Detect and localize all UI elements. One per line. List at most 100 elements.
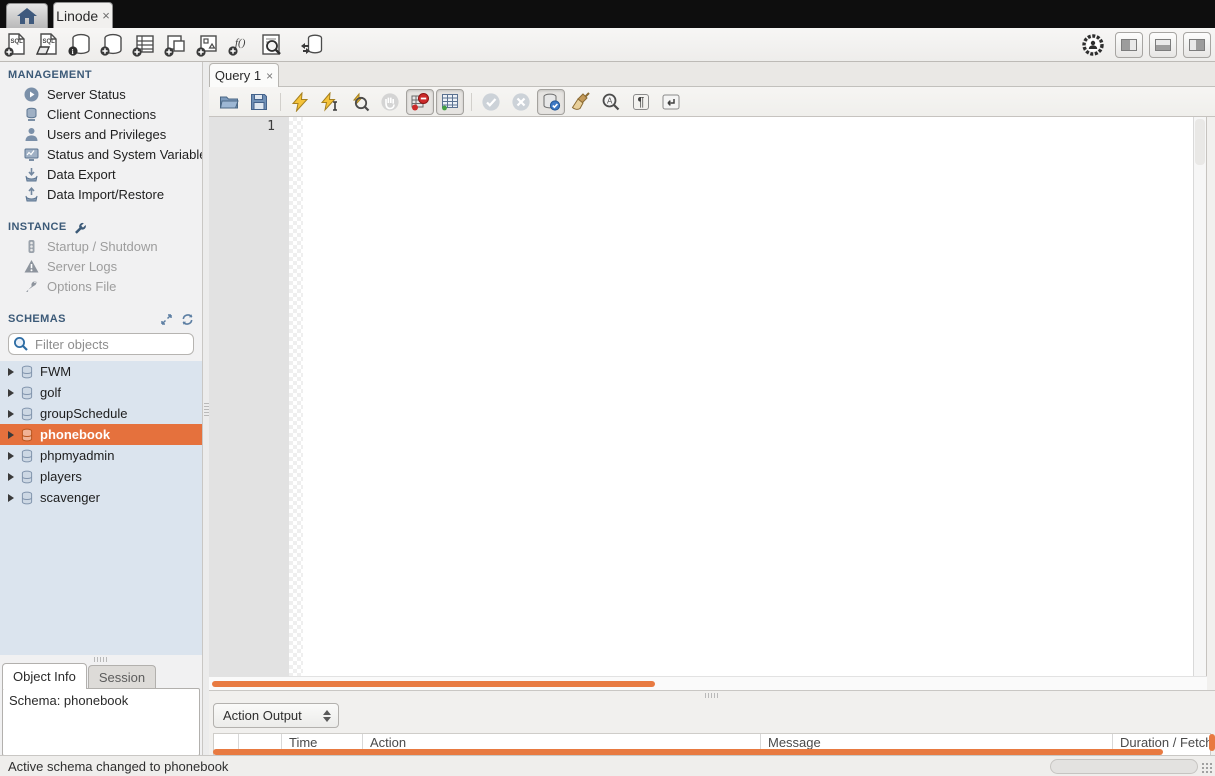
open-sql-script-button[interactable]: SQL — [32, 30, 64, 60]
play-circle-icon — [24, 87, 39, 102]
create-schema-button[interactable] — [96, 30, 128, 60]
tab-object-info[interactable]: Object Info — [2, 663, 87, 689]
editor-output-splitter[interactable] — [209, 690, 1215, 700]
connection-tabbar: Linode × — [0, 0, 1215, 28]
svg-text:SQL: SQL — [11, 39, 24, 45]
close-icon[interactable]: × — [102, 8, 110, 23]
editor-vertical-scrollbar[interactable] — [1193, 117, 1206, 676]
status-bar: Active schema changed to phonebook — [0, 755, 1215, 776]
commit-button[interactable] — [477, 89, 505, 115]
toggle-right-panel-button[interactable] — [1183, 32, 1211, 58]
expander-icon[interactable] — [8, 410, 14, 418]
new-sql-tab-button[interactable]: SQL — [0, 30, 32, 60]
show-invisibles-button[interactable]: ¶ — [627, 89, 655, 115]
sidebar-item-status-system-variables[interactable]: Status and System Variables — [0, 144, 202, 164]
database-inspector-button[interactable]: i — [64, 30, 96, 60]
toggle-wrap-button[interactable] — [657, 89, 685, 115]
tab-session[interactable]: Session — [88, 665, 156, 689]
scrollbar-thumb[interactable] — [1195, 119, 1205, 165]
line-number-gutter: 1 — [209, 117, 289, 676]
sidebar-item-server-logs[interactable]: Server Logs — [0, 256, 202, 276]
close-icon[interactable]: × — [266, 69, 273, 83]
schema-tree: FWM golf groupSchedule — [0, 361, 202, 655]
schema-name: phonebook — [40, 427, 110, 442]
window-resize-grip[interactable] — [1201, 762, 1213, 774]
sidebar-item-server-status[interactable]: Server Status — [0, 84, 202, 104]
find-button[interactable]: A — [597, 89, 625, 115]
schema-row-players[interactable]: players — [0, 466, 202, 487]
create-procedure-button[interactable] — [192, 30, 224, 60]
toggle-stop-on-error-button[interactable] — [406, 89, 434, 115]
expander-icon[interactable] — [8, 431, 14, 439]
expand-panel-icon[interactable] — [160, 313, 173, 326]
clear-button[interactable] — [567, 89, 595, 115]
sidebar-item-client-connections[interactable]: Client Connections — [0, 104, 202, 124]
execute-button[interactable] — [286, 89, 314, 115]
server-icon — [24, 107, 39, 122]
expander-icon[interactable] — [8, 368, 14, 376]
output-vertical-scrollbar[interactable] — [1209, 734, 1215, 751]
schema-row-fwm[interactable]: FWM — [0, 361, 202, 382]
progress-indicator — [1050, 759, 1198, 774]
rollback-x-icon — [511, 92, 531, 112]
explain-button[interactable] — [346, 89, 374, 115]
line-number: 1 — [209, 117, 289, 134]
schema-name: players — [40, 469, 82, 484]
expander-icon[interactable] — [8, 473, 14, 481]
sql-editor[interactable]: 1 — [209, 117, 1207, 690]
search-data-button[interactable] — [256, 30, 288, 60]
create-table-button[interactable] — [128, 30, 160, 60]
output-horizontal-scrollbar[interactable] — [213, 749, 1163, 755]
sidebar-item-data-import[interactable]: Data Import/Restore — [0, 184, 202, 204]
sidebar-item-options-file[interactable]: Options File — [0, 276, 202, 296]
filter-objects-input[interactable] — [8, 333, 194, 355]
reconnect-dbms-button[interactable] — [296, 30, 328, 60]
find-magnifier-icon: A — [601, 92, 621, 112]
expander-icon[interactable] — [8, 452, 14, 460]
save-icon — [249, 92, 269, 112]
schema-row-scavenger[interactable]: scavenger — [0, 487, 202, 508]
sidebar-main-splitter[interactable] — [202, 62, 209, 755]
create-view-icon — [163, 32, 189, 58]
tab-label: Object Info — [13, 669, 76, 684]
expander-icon[interactable] — [8, 389, 14, 397]
refresh-icon[interactable] — [181, 313, 194, 326]
sidebar-item-startup-shutdown[interactable]: Startup / Shutdown — [0, 236, 202, 256]
connection-tab-linode[interactable]: Linode × — [53, 2, 113, 28]
output-selector-dropdown[interactable]: Action Output — [213, 703, 339, 728]
schema-row-phpmyadmin[interactable]: phpmyadmin — [0, 445, 202, 466]
toggle-left-panel-button[interactable] — [1115, 32, 1143, 58]
sidebar-item-users-privileges[interactable]: Users and Privileges — [0, 124, 202, 144]
home-tab[interactable] — [6, 3, 48, 28]
execute-current-button[interactable] — [316, 89, 344, 115]
query-tabbar: Query 1 × — [209, 62, 1215, 87]
item-label: Server Status — [47, 87, 126, 102]
stop-hand-icon — [380, 92, 400, 112]
scrollbar-thumb[interactable] — [212, 681, 655, 687]
database-icon — [20, 449, 34, 463]
output-selector-value: Action Output — [223, 708, 302, 723]
sidebar-item-data-export[interactable]: Data Export — [0, 164, 202, 184]
traffic-light-icon — [24, 239, 39, 254]
expander-icon[interactable] — [8, 494, 14, 502]
user-gear-button[interactable] — [1077, 30, 1109, 60]
item-label: Users and Privileges — [47, 127, 166, 142]
svg-text:SQL: SQL — [43, 39, 56, 45]
toggle-bottom-panel-button[interactable] — [1149, 32, 1177, 58]
stop-button[interactable] — [376, 89, 404, 115]
query-tab-1[interactable]: Query 1 × — [209, 63, 279, 87]
schema-row-groupschedule[interactable]: groupSchedule — [0, 403, 202, 424]
create-function-button[interactable]: f() — [224, 30, 256, 60]
limit-rows-button[interactable] — [436, 89, 464, 115]
editor-toolbar: A ¶ — [209, 87, 1215, 117]
create-view-button[interactable] — [160, 30, 192, 60]
save-button[interactable] — [245, 89, 273, 115]
open-file-button[interactable] — [215, 89, 243, 115]
sidebar-splitter[interactable] — [0, 655, 202, 663]
schema-row-golf[interactable]: golf — [0, 382, 202, 403]
rollback-button[interactable] — [507, 89, 535, 115]
toggle-autocommit-button[interactable] — [537, 89, 565, 115]
schema-filter — [8, 333, 194, 355]
editor-horizontal-scrollbar[interactable] — [209, 676, 1207, 690]
schema-row-phonebook[interactable]: phonebook — [0, 424, 202, 445]
